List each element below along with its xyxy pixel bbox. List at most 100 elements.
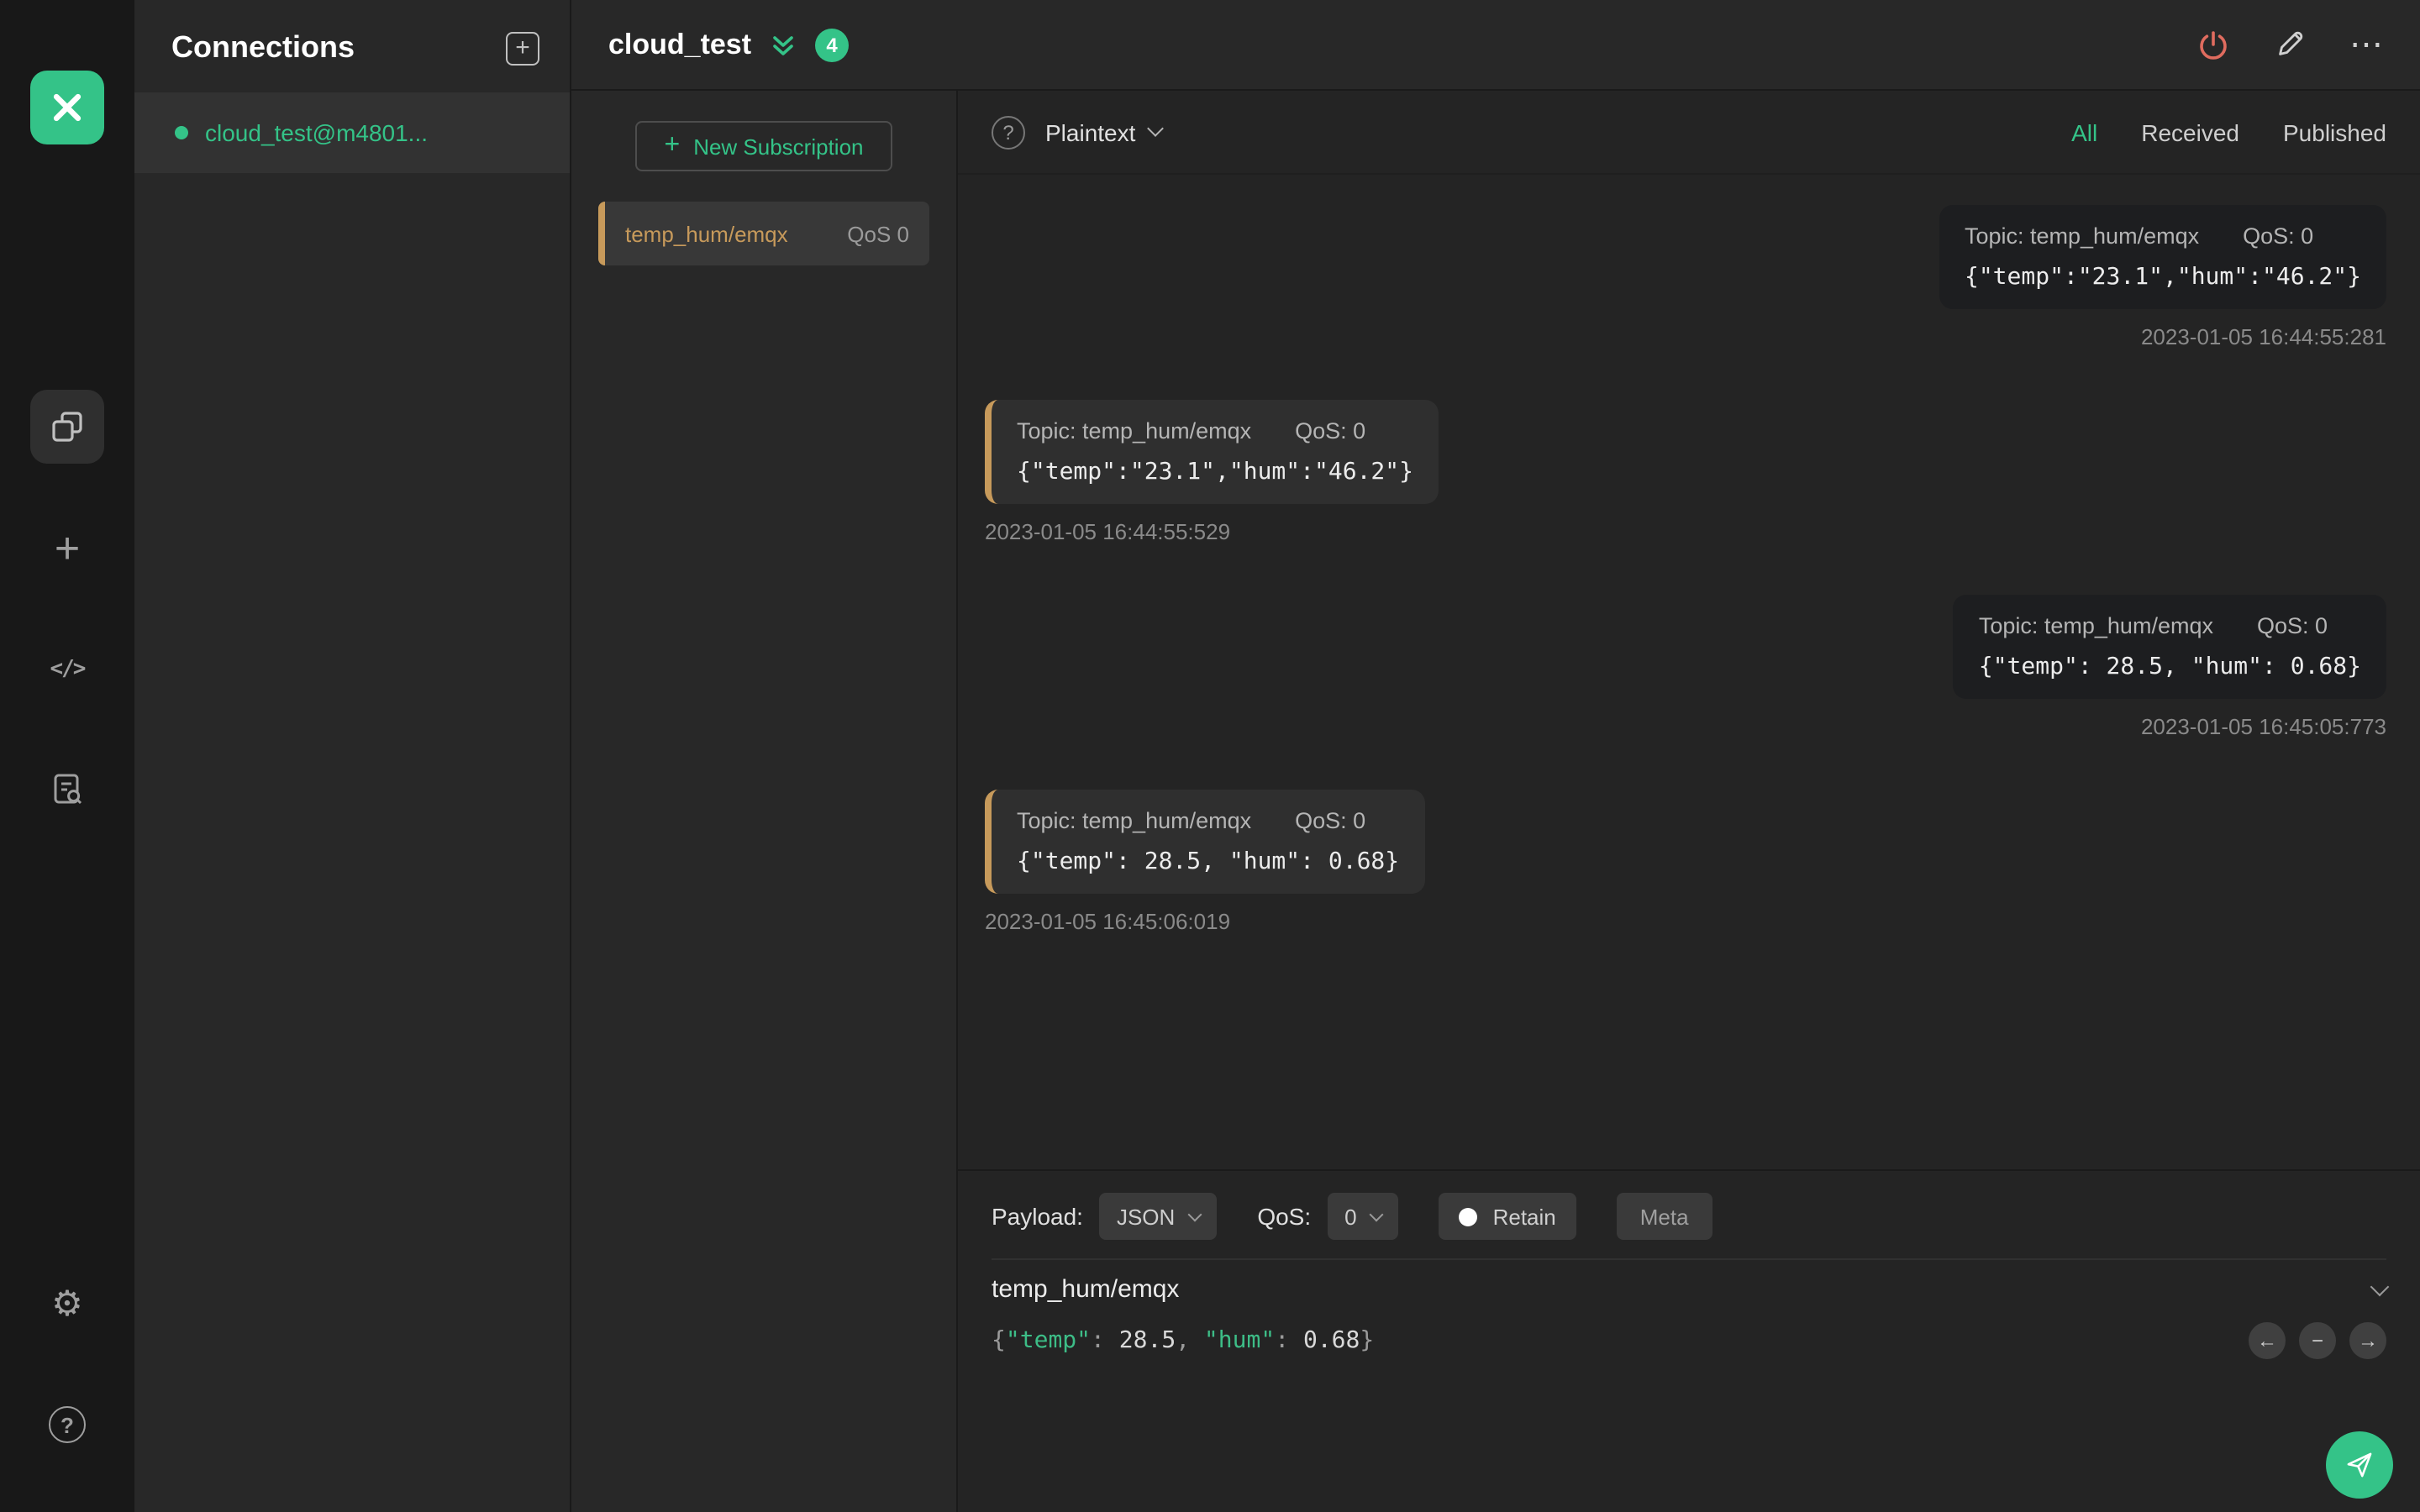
subscription-item[interactable]: temp_hum/emqx QoS 0: [598, 202, 929, 265]
collapse-panel-button[interactable]: [768, 29, 798, 60]
edit-connection-button[interactable]: [2274, 29, 2306, 60]
rail-bottom: ⚙ ?: [30, 1267, 104, 1512]
retain-label: Retain: [1492, 1204, 1556, 1229]
payload-help-icon[interactable]: ?: [992, 115, 1025, 149]
connection-name: cloud_test@m4801...: [205, 119, 429, 146]
subscriptions-panel: + New Subscription temp_hum/emqx QoS 0: [571, 91, 958, 1512]
new-subscription-label: New Subscription: [693, 134, 864, 159]
message-format-select[interactable]: Plaintext: [1045, 118, 1164, 145]
collapse-editor-chevron-icon[interactable]: [2370, 1276, 2390, 1296]
message-qos: QoS: 0: [2256, 613, 2328, 638]
new-subscription-button[interactable]: + New Subscription: [635, 121, 892, 171]
qos-label: QoS:: [1257, 1203, 1312, 1230]
mqttx-app: + </> ⚙ ? Connections + cloud_test@m4801…: [0, 0, 2420, 1512]
message-timestamp: 2023-01-05 16:45:06:019: [985, 909, 1231, 934]
message-header: Topic: temp_hum/emqx QoS: 0: [1965, 223, 2361, 249]
filter-received[interactable]: Received: [2141, 118, 2239, 145]
plus-icon: +: [54, 522, 81, 573]
payload-editor[interactable]: {"temp": 28.5, "hum": 0.68}: [992, 1327, 2249, 1354]
publish-controls: Payload: JSON QoS: 0 Retain Meta: [992, 1188, 2386, 1245]
subscription-count-badge: 4: [815, 28, 850, 61]
more-options-button[interactable]: ⋯: [2349, 28, 2383, 61]
nav-log-button[interactable]: [30, 753, 104, 827]
message-topic: Topic: temp_hum/emqx: [1978, 613, 2213, 638]
message-topic: Topic: temp_hum/emqx: [1017, 808, 1252, 833]
editor-token: }: [1360, 1327, 1375, 1354]
message-format-value: Plaintext: [1045, 118, 1136, 145]
pencil-icon: [2279, 31, 2303, 55]
message-header: Topic: temp_hum/emqx QoS: 0: [1017, 418, 1413, 444]
editor-token: :: [1091, 1327, 1119, 1354]
chevron-down-icon: [1146, 120, 1164, 137]
messages-panel: ? Plaintext All Received Published Topic…: [958, 91, 2420, 1512]
topbar-actions: ⋯: [2196, 28, 2383, 61]
code-icon: </>: [50, 656, 87, 681]
editor-token: 28.5: [1118, 1327, 1176, 1354]
qos-select[interactable]: 0: [1328, 1193, 1399, 1240]
message-bubble[interactable]: Topic: temp_hum/emqx QoS: 0 {"temp":"23.…: [1939, 205, 2386, 309]
double-chevron-down-icon: [773, 35, 793, 55]
nav-connections-button[interactable]: [30, 390, 104, 464]
history-collapse-button[interactable]: −: [2299, 1322, 2336, 1359]
retain-dot-icon: [1459, 1207, 1478, 1226]
editor-token: "hum": [1203, 1327, 1276, 1354]
help-button[interactable]: ?: [30, 1388, 104, 1462]
message-list: Topic: temp_hum/emqx QoS: 0 {"temp":"23.…: [958, 175, 2420, 1169]
content: + New Subscription temp_hum/emqx QoS 0 ?…: [571, 91, 2420, 1512]
disconnect-button[interactable]: [2196, 28, 2230, 61]
connections-panel: Connections + cloud_test@m4801...: [134, 0, 571, 1512]
nav-new-connection-button[interactable]: +: [30, 511, 104, 585]
publish-topic-row: temp_hum/emqx: [992, 1258, 2390, 1319]
help-icon: ?: [49, 1406, 86, 1443]
message-topic: Topic: temp_hum/emqx: [1964, 223, 2200, 249]
message-payload: {"temp": 28.5, "hum": 0.68}: [1017, 848, 1400, 875]
connection-list-item[interactable]: cloud_test@m4801...: [134, 92, 570, 173]
main-area: cloud_test 4 ⋯ + New Subscription temp_h…: [571, 0, 2420, 1512]
history-prev-button[interactable]: ←: [2249, 1322, 2286, 1359]
payload-format-value: JSON: [1116, 1204, 1176, 1229]
message-qos: QoS: 0: [2243, 223, 2314, 249]
editor-token: ,: [1176, 1327, 1204, 1354]
message-payload: {"temp":"23.1","hum":"46.2"}: [1964, 264, 2361, 291]
connections-icon: [52, 412, 82, 442]
payload-editor-row: {"temp": 28.5, "hum": 0.68} ← − →: [992, 1322, 2386, 1359]
message-qos: QoS: 0: [1295, 808, 1366, 833]
settings-button[interactable]: ⚙: [30, 1267, 104, 1341]
chevron-down-icon: [1187, 1207, 1202, 1222]
editor-token: {: [992, 1327, 1006, 1354]
retain-toggle[interactable]: Retain: [1439, 1193, 1576, 1240]
message-timestamp: 2023-01-05 16:44:55:281: [2140, 324, 2386, 349]
connection-status-dot: [175, 126, 188, 139]
history-next-button[interactable]: →: [2349, 1322, 2386, 1359]
mqttx-logo: [30, 71, 104, 144]
add-connection-button[interactable]: +: [506, 31, 539, 65]
message-payload: {"temp": 28.5, "hum": 0.68}: [1978, 654, 2361, 680]
plus-icon: +: [664, 131, 681, 160]
mqttx-logo-icon: [53, 93, 82, 122]
message-bubble[interactable]: Topic: temp_hum/emqx QoS: 0 {"temp": 28.…: [1953, 595, 2386, 699]
meta-button[interactable]: Meta: [1616, 1193, 1712, 1240]
payload-format-select[interactable]: JSON: [1099, 1193, 1218, 1240]
message-header: Topic: temp_hum/emqx QoS: 0: [1979, 613, 2361, 638]
publish-panel: Payload: JSON QoS: 0 Retain Meta temp_hu…: [958, 1169, 2420, 1512]
send-button[interactable]: [2326, 1431, 2393, 1499]
message-received: Topic: temp_hum/emqx QoS: 0 {"temp":"23.…: [985, 400, 1439, 544]
message-payload: {"temp":"23.1","hum":"46.2"}: [1017, 459, 1414, 486]
rail-nav: + </>: [30, 390, 104, 827]
message-bubble[interactable]: Topic: temp_hum/emqx QoS: 0 {"temp": 28.…: [985, 790, 1425, 894]
message-received: Topic: temp_hum/emqx QoS: 0 {"temp": 28.…: [985, 790, 1425, 934]
connection-topbar: cloud_test 4 ⋯: [571, 0, 2420, 91]
message-bubble[interactable]: Topic: temp_hum/emqx QoS: 0 {"temp":"23.…: [985, 400, 1439, 504]
nav-script-button[interactable]: </>: [30, 632, 104, 706]
chevron-down-icon: [1370, 1207, 1385, 1222]
filter-all[interactable]: All: [2071, 118, 2097, 145]
message-timestamp: 2023-01-05 16:44:55:529: [985, 519, 1231, 544]
message-header: Topic: temp_hum/emqx QoS: 0: [1017, 808, 1399, 833]
plus-icon: +: [515, 34, 530, 62]
editor-token: 0.68: [1302, 1327, 1360, 1354]
publish-topic-input[interactable]: temp_hum/emqx: [992, 1275, 1179, 1304]
filter-published[interactable]: Published: [2283, 118, 2386, 145]
message-published: Topic: temp_hum/emqx QoS: 0 {"temp": 28.…: [1953, 595, 2386, 739]
gear-icon: ⚙: [51, 1284, 83, 1323]
message-published: Topic: temp_hum/emqx QoS: 0 {"temp":"23.…: [1939, 205, 2386, 349]
